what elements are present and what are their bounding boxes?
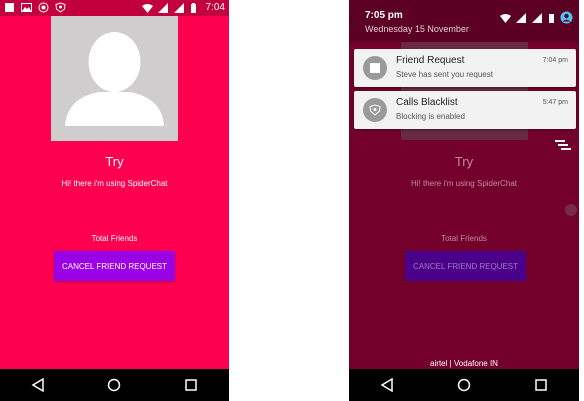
- notification-time: 5:47 pm: [542, 99, 568, 106]
- shield-icon: [363, 98, 387, 122]
- notification-friend-request[interactable]: Friend Request Steve has sent you reques…: [354, 49, 576, 87]
- status-time: 7:04: [205, 2, 225, 13]
- cancel-friend-request-button[interactable]: CANCEL FRIEND REQUEST: [54, 251, 175, 281]
- profile-status-dimmed: Hi! there i'm using SpiderChat: [410, 179, 518, 188]
- battery-icon: [548, 11, 555, 29]
- status-bar: 7:04: [0, 0, 229, 16]
- notification-square-icon: [4, 2, 15, 13]
- shade-time: 7:05 pm: [365, 10, 403, 21]
- notification-time: 7:04 pm: [542, 57, 568, 64]
- shade-date: Wednesday 15 November: [365, 24, 469, 34]
- notification-shade-header[interactable]: 7:05 pm Wednesday 15 November: [349, 0, 579, 42]
- avatar[interactable]: [51, 16, 178, 141]
- navigation-bar: [349, 369, 579, 401]
- profile-name: Try: [105, 154, 124, 169]
- notification-subtitle: Steve has sent you request: [396, 70, 493, 79]
- profile-name-dimmed: Try: [454, 154, 474, 169]
- navigation-bar: [0, 369, 229, 401]
- profile-screen: 7:04 Try Hi! there i'm using SpiderChat …: [0, 0, 229, 401]
- home-icon[interactable]: [456, 377, 472, 393]
- battery-icon: [190, 2, 201, 14]
- list-icon[interactable]: [555, 139, 571, 157]
- account-icon[interactable]: [560, 11, 573, 29]
- home-icon[interactable]: [106, 377, 122, 393]
- total-friends-label-dimmed: Total Friends: [441, 234, 487, 243]
- notification-subtitle: Blocking is enabled: [396, 112, 465, 121]
- signal-icon: [157, 2, 169, 14]
- back-icon[interactable]: [379, 377, 395, 393]
- wifi-icon: [141, 3, 153, 14]
- signal-icon: [516, 11, 527, 29]
- recents-icon[interactable]: [183, 377, 199, 393]
- app-square-icon: [363, 56, 387, 80]
- signal-icon-2: [173, 2, 185, 14]
- shield-icon: [55, 2, 66, 13]
- record-icon: [38, 2, 49, 13]
- notification-title: Friend Request: [396, 55, 465, 66]
- cancel-friend-request-button-dimmed: CANCEL FRIEND REQUEST: [405, 251, 526, 281]
- carrier-label: airtel | Vodafone IN: [430, 359, 498, 368]
- recents-icon[interactable]: [533, 377, 549, 393]
- total-friends-label: Total Friends: [91, 234, 138, 243]
- signal-icon-2: [532, 11, 543, 29]
- scroll-handle[interactable]: [565, 204, 577, 216]
- back-icon[interactable]: [30, 377, 46, 393]
- wifi-icon: [500, 11, 511, 29]
- notification-shade-screen: Try Hi! there i'm using SpiderChat Total…: [349, 0, 579, 401]
- gallery-icon: [21, 2, 32, 13]
- notification-calls-blacklist[interactable]: Calls Blacklist Blocking is enabled 5:47…: [354, 91, 576, 129]
- notification-title: Calls Blacklist: [396, 97, 458, 108]
- profile-status: Hi! there i'm using SpiderChat: [61, 179, 168, 188]
